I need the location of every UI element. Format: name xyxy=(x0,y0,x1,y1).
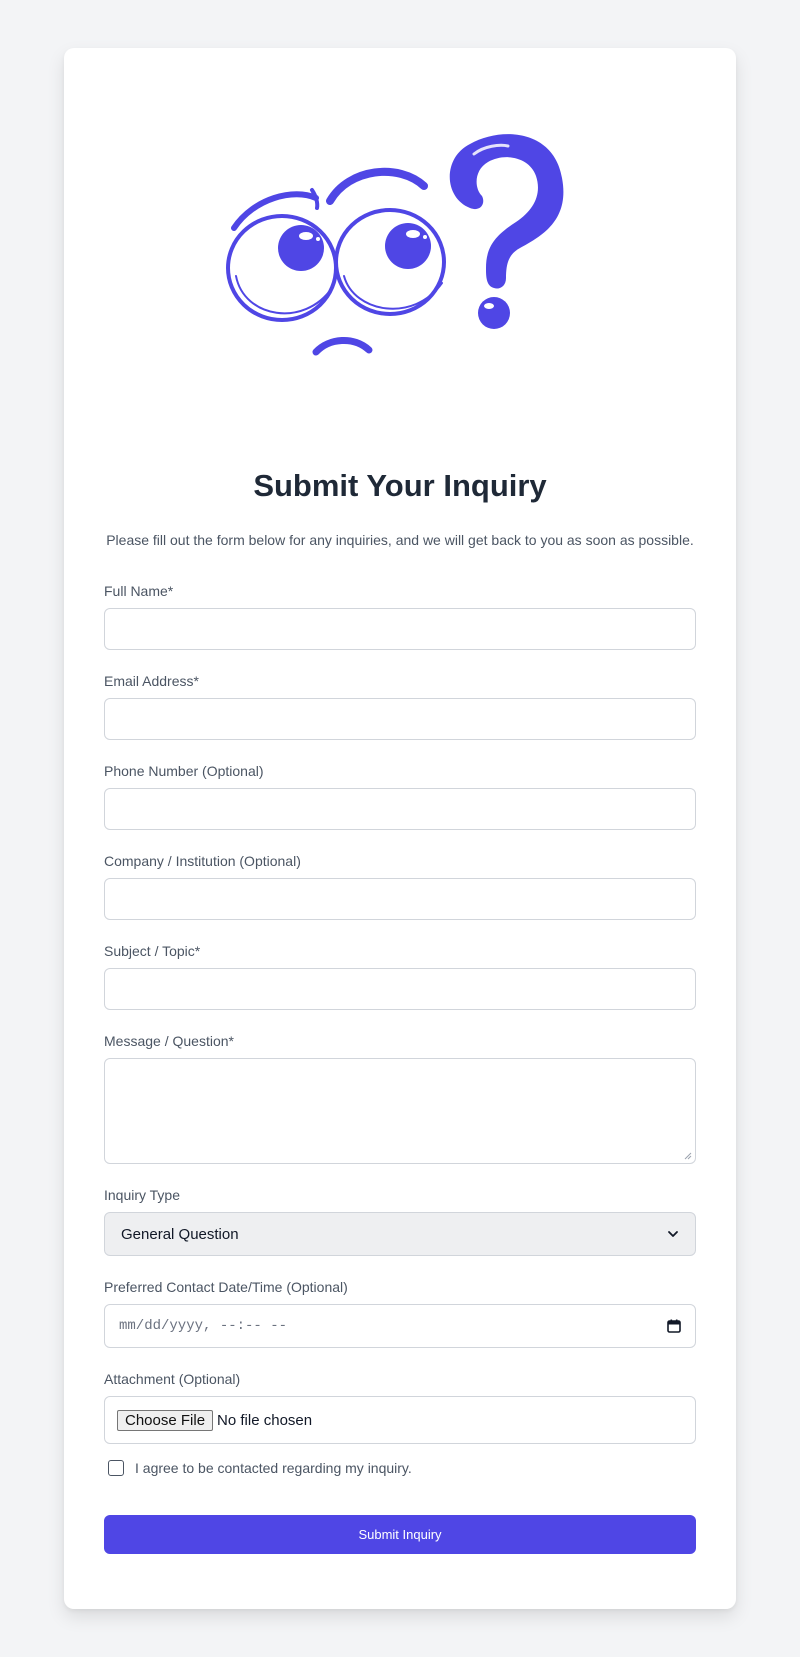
choose-file-button[interactable]: Choose File xyxy=(117,1409,214,1431)
contact-datetime-placeholder: mm/dd/yyyy, --:-- -- xyxy=(119,1318,288,1334)
message-textarea[interactable] xyxy=(104,1058,696,1164)
subject-label: Subject / Topic* xyxy=(104,943,201,959)
company-label: Company / Institution (Optional) xyxy=(104,853,301,869)
full-name-input[interactable] xyxy=(104,608,696,650)
calendar-icon[interactable] xyxy=(667,1319,681,1333)
consent-label: I agree to be contacted regarding my inq… xyxy=(135,1460,412,1476)
confused-eyes-question-mark-icon xyxy=(226,134,564,356)
attachment-label: Attachment (Optional) xyxy=(104,1371,241,1387)
inquiry-type-value: General Question xyxy=(121,1225,239,1243)
subject-input[interactable] xyxy=(104,968,696,1010)
inquiry-form-card: Submit Your Inquiry Please fill out the … xyxy=(64,48,736,1609)
inquiry-type-label: Inquiry Type xyxy=(104,1187,181,1203)
phone-input[interactable] xyxy=(104,788,696,830)
file-status: No file chosen xyxy=(217,1411,313,1429)
email-label: Email Address* xyxy=(104,673,199,689)
page-title: Submit Your Inquiry xyxy=(253,468,547,503)
submit-inquiry-button[interactable]: Submit Inquiry xyxy=(104,1515,696,1554)
page-subtitle: Please fill out the form below for any i… xyxy=(106,532,694,548)
contact-datetime-input[interactable]: mm/dd/yyyy, --:-- -- xyxy=(104,1304,696,1348)
contact-datetime-label: Preferred Contact Date/Time (Optional) xyxy=(104,1279,348,1295)
inquiry-type-select[interactable]: General Question xyxy=(104,1212,696,1256)
full-name-label: Full Name* xyxy=(104,583,174,599)
consent-row[interactable]: I agree to be contacted regarding my inq… xyxy=(108,1460,412,1476)
attachment-input[interactable]: Choose File No file chosen xyxy=(104,1396,696,1444)
message-label: Message / Question* xyxy=(104,1033,234,1049)
email-input[interactable] xyxy=(104,698,696,740)
company-input[interactable] xyxy=(104,878,696,920)
phone-label: Phone Number (Optional) xyxy=(104,763,264,779)
resize-grip-icon[interactable] xyxy=(684,1152,692,1160)
chevron-down-icon xyxy=(668,1231,678,1237)
consent-checkbox[interactable] xyxy=(108,1460,124,1476)
